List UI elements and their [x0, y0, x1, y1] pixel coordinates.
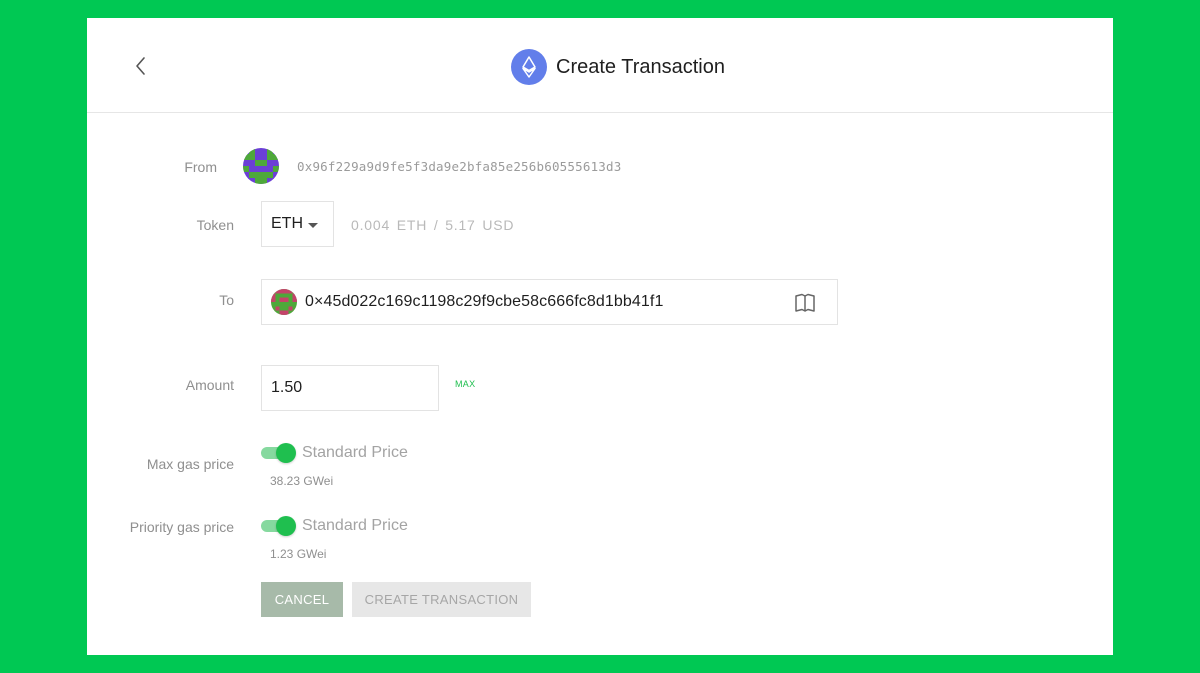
token-balance: 0.004 ETH / 5.17 USD: [351, 217, 515, 233]
max-gas-label: Max gas price: [146, 456, 234, 472]
create-transaction-panel: Create Transaction From 0x96f229a9d9fe5f…: [87, 18, 1113, 655]
max-gas-toggle-label: Standard Price: [302, 444, 408, 461]
priority-gas-toggle[interactable]: [261, 516, 296, 536]
token-label: Token: [196, 217, 234, 233]
book-icon[interactable]: [793, 291, 817, 315]
to-label: To: [219, 292, 234, 308]
create-transaction-button[interactable]: CREATE TRANSACTION: [352, 582, 531, 617]
from-address: 0x96f229a9d9fe5f3da9e2bfa85e256b60555613…: [297, 159, 622, 174]
amount-input[interactable]: [261, 365, 439, 411]
priority-gas-value: 1.23 GWei: [270, 547, 327, 561]
title-group: Create Transaction: [511, 49, 725, 85]
from-label: From: [184, 159, 217, 175]
toggle-knob: [276, 443, 296, 463]
caret-down-icon: [308, 222, 318, 228]
max-gas-value: 38.23 GWei: [270, 474, 334, 488]
ethereum-icon: [511, 49, 547, 85]
to-address-field[interactable]: 0×45d022c169c1198c29f9cbe58c666fc8d1bb41…: [261, 279, 838, 325]
from-avatar: [243, 148, 279, 184]
to-address-value: 0×45d022c169c1198c29f9cbe58c666fc8d1bb41…: [305, 293, 664, 310]
panel-header: Create Transaction: [87, 18, 1113, 113]
toggle-knob: [276, 516, 296, 536]
priority-gas-toggle-label: Standard Price: [302, 517, 408, 534]
max-gas-toggle[interactable]: [261, 443, 296, 463]
max-button[interactable]: MAX: [455, 379, 475, 389]
priority-gas-label: Priority gas price: [129, 519, 234, 535]
to-avatar: [271, 289, 297, 315]
token-select[interactable]: ETH: [261, 201, 334, 247]
token-selected-value: ETH: [271, 215, 303, 232]
page-title: Create Transaction: [556, 55, 725, 78]
cancel-button[interactable]: CANCEL: [261, 582, 343, 617]
amount-label: Amount: [185, 377, 234, 393]
chevron-left-icon[interactable]: [129, 54, 153, 78]
